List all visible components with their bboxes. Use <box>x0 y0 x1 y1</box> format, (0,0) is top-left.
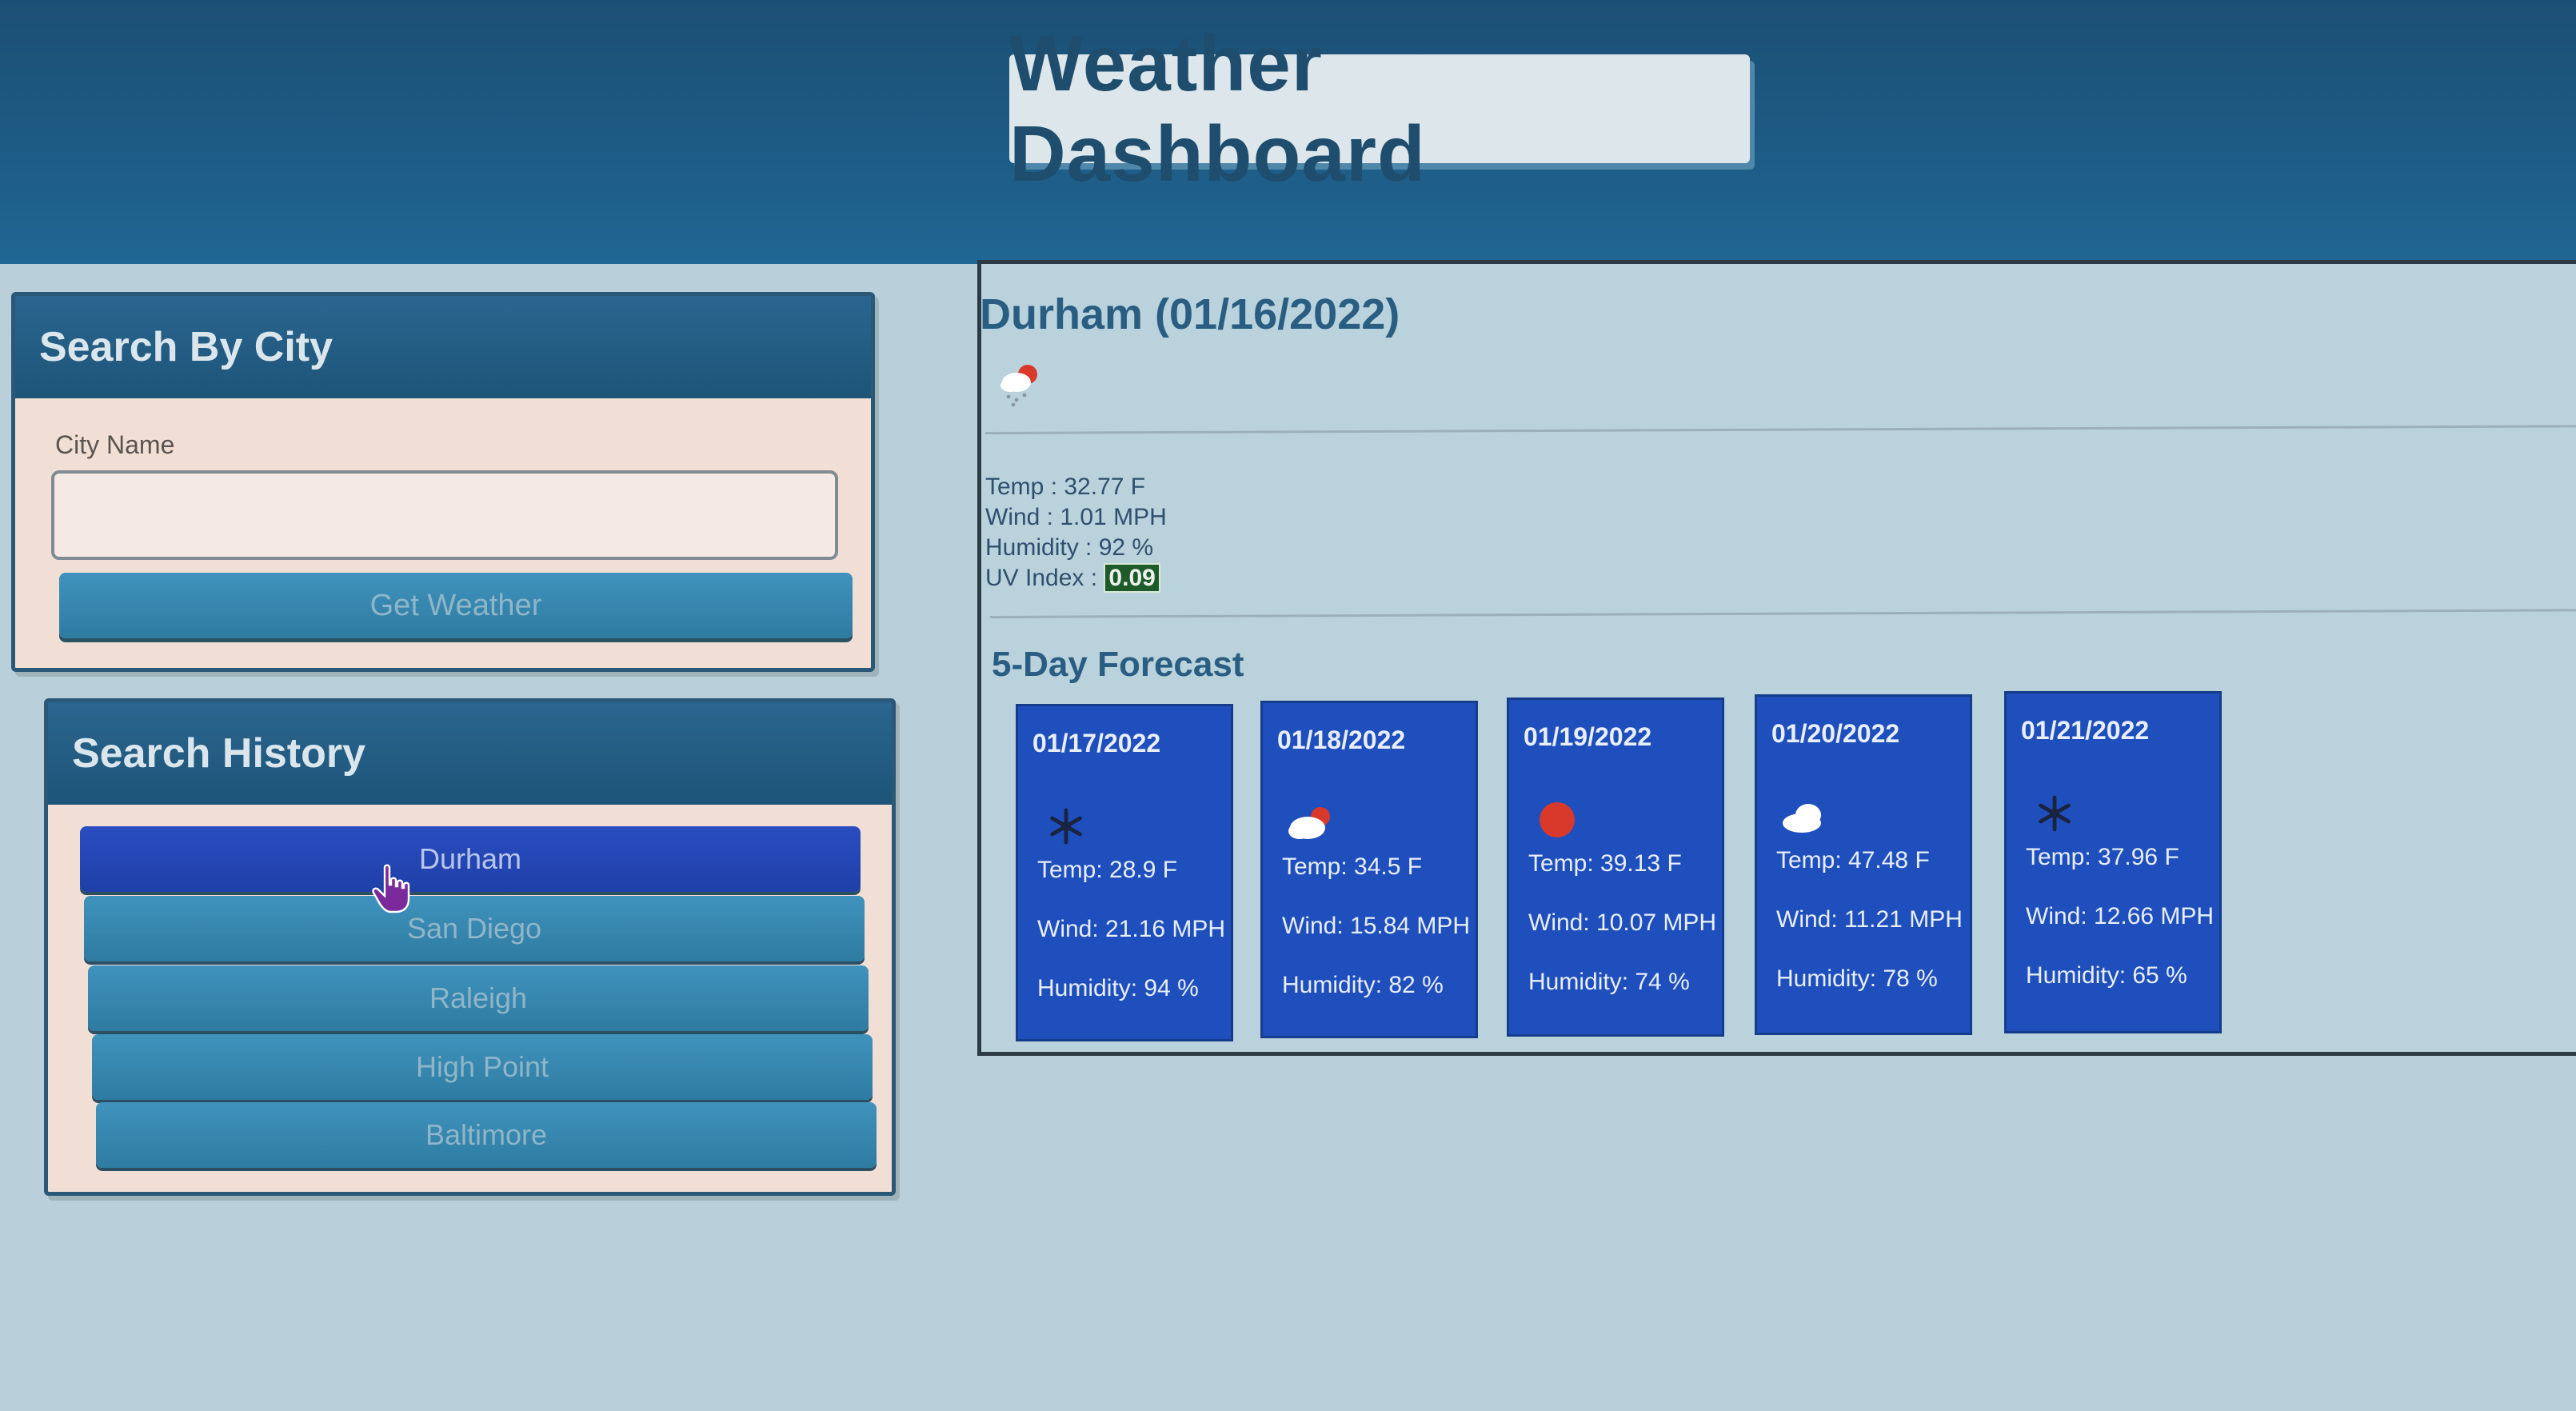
forecast-wind: Wind: 21.16 MPH <box>1037 916 1226 942</box>
page-header: Weather Dashboard <box>0 0 2576 264</box>
snow-cloud-sun-icon <box>1000 365 1037 407</box>
forecast-temp: Temp: 37.96 F <box>2026 844 2179 870</box>
current-uv-row: UV Index : 0.09 <box>985 563 1160 593</box>
forecast-wind: Wind: 12.66 MPH <box>2026 903 2215 929</box>
current-humidity: Humidity : 92 % <box>985 534 1154 561</box>
current-wind: Wind : 1.01 MPH <box>985 504 1167 530</box>
forecast-card: 01/19/2022 Temp: 39.13 F Wind: 10.07 MPH… <box>1507 698 1724 1037</box>
forecast-humidity: Humidity: 65 % <box>2026 962 2187 989</box>
forecast-card: 01/18/2022 Temp: 34.5 F Wind: 15.84 MPH … <box>1260 701 1478 1038</box>
forecast-wind: Wind: 15.84 MPH <box>1282 913 1471 939</box>
forecast-date: 01/21/2022 <box>2021 716 2150 745</box>
forecast-date: 01/17/2022 <box>1032 729 1161 757</box>
forecast-date: 01/18/2022 <box>1277 725 1406 754</box>
forecast-wind: Wind: 11.21 MPH <box>1776 906 1963 933</box>
cloud-sun-icon <box>1288 807 1330 839</box>
history-item-raleigh[interactable]: Raleigh <box>88 965 869 1031</box>
search-panel-heading: Search By City <box>15 296 871 398</box>
history-item-durham[interactable]: Durham <box>80 826 861 892</box>
forecast-title: 5-Day Forecast <box>992 645 1244 684</box>
forecast-card: 01/20/2022 Temp: 47.48 F Wind: 11.21 MPH… <box>1755 694 1972 1035</box>
forecast-temp: Temp: 34.5 F <box>1282 853 1423 880</box>
forecast-humidity: Humidity: 82 % <box>1282 972 1444 998</box>
city-name-label: City Name <box>55 430 175 459</box>
forecast-wind: Wind: 10.07 MPH <box>1528 909 1717 936</box>
uv-index-badge: 0.09 <box>1104 563 1160 593</box>
city-name-input[interactable] <box>51 470 838 560</box>
snowflake-icon <box>1050 808 1082 845</box>
search-panel: Search By City City Name Get Weather <box>11 292 875 672</box>
forecast-date: 01/20/2022 <box>1771 719 1900 748</box>
hand-cursor-icon <box>372 864 410 913</box>
forecast-date: 01/19/2022 <box>1524 722 1652 751</box>
current-city-title: Durham (01/16/2022) <box>980 290 1400 338</box>
search-history-panel: Search History Durham San Diego Raleigh … <box>44 698 896 1196</box>
history-item-baltimore[interactable]: Baltimore <box>96 1102 877 1168</box>
search-history-heading: Search History <box>48 702 892 805</box>
forecast-card: 01/21/2022 Temp: 37.96 F Wind: 12.66 MPH… <box>2004 691 2222 1033</box>
forecast-temp: Temp: 47.48 F <box>1776 847 1930 873</box>
current-temp: Temp : 32.77 F <box>985 474 1146 500</box>
page-title: Weather Dashboard <box>1009 19 1426 198</box>
forecast-humidity: Humidity: 78 % <box>1776 965 1938 992</box>
title-box: Weather Dashboard <box>1009 19 1750 198</box>
forecast-temp: Temp: 28.9 F <box>1037 857 1178 883</box>
cloud-icon <box>1783 804 1821 833</box>
snowflake-icon <box>2039 795 2071 832</box>
history-item-san-diego[interactable]: San Diego <box>84 896 865 961</box>
history-item-high-point[interactable]: High Point <box>92 1034 873 1100</box>
forecast-temp: Temp: 39.13 F <box>1528 850 1682 877</box>
forecast-card: 01/17/2022 Temp: 28.9 F Wind: 21.16 MPH … <box>1016 704 1233 1041</box>
forecast-humidity: Humidity: 74 % <box>1528 969 1690 995</box>
forecast-humidity: Humidity: 94 % <box>1037 975 1199 1001</box>
get-weather-button[interactable]: Get Weather <box>59 573 853 638</box>
sun-icon <box>1540 802 1575 837</box>
uv-index-label: UV Index : <box>985 565 1098 591</box>
